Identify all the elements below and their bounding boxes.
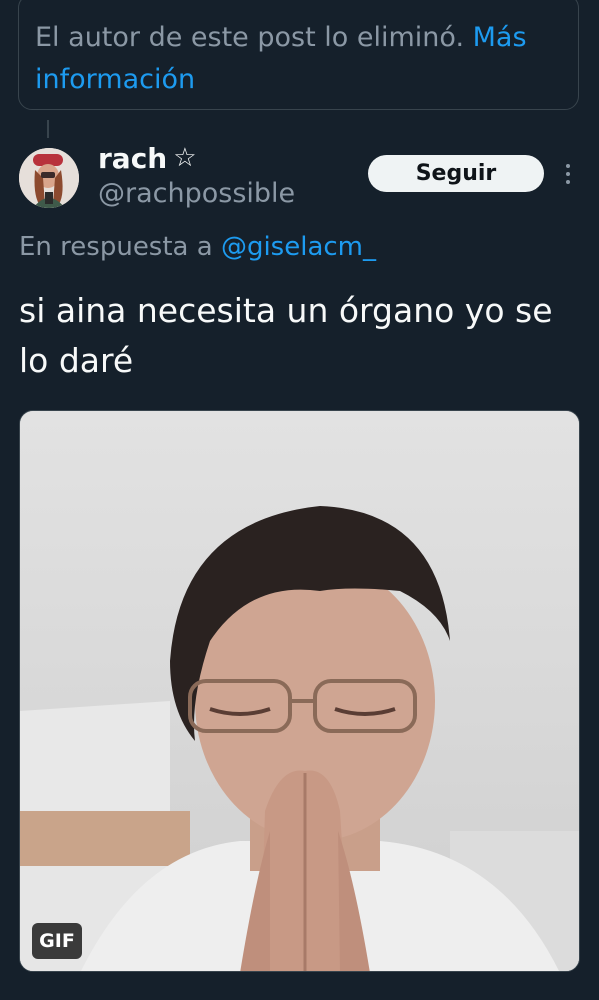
reply-mention-link[interactable]: @giselacm_ — [221, 232, 376, 262]
deleted-notice-text: El autor de este post lo eliminó. — [35, 22, 465, 53]
gif-badge: GIF — [32, 923, 82, 959]
post-media-gif[interactable]: GIF — [19, 410, 580, 972]
author-handle[interactable]: @rachpossible — [98, 178, 295, 209]
gif-frame-image — [20, 411, 579, 971]
author-name[interactable]: rach — [98, 142, 167, 175]
thread-connector-line — [47, 120, 49, 138]
post-text: si aina necesita un órgano yo se lo daré — [19, 291, 553, 380]
more-vertical-icon[interactable] — [560, 160, 576, 188]
avatar[interactable] — [19, 148, 79, 208]
follow-button[interactable]: Seguir — [368, 155, 544, 192]
author-name-row[interactable]: rach ☆ — [98, 140, 197, 176]
reply-context: En respuesta a @giselacm_ — [19, 232, 376, 262]
avatar-image — [19, 148, 79, 208]
deleted-post-notice: El autor de este post lo eliminó. Más in… — [18, 0, 579, 110]
reply-prefix: En respuesta a — [19, 232, 213, 262]
star-icon: ☆ — [173, 143, 197, 173]
